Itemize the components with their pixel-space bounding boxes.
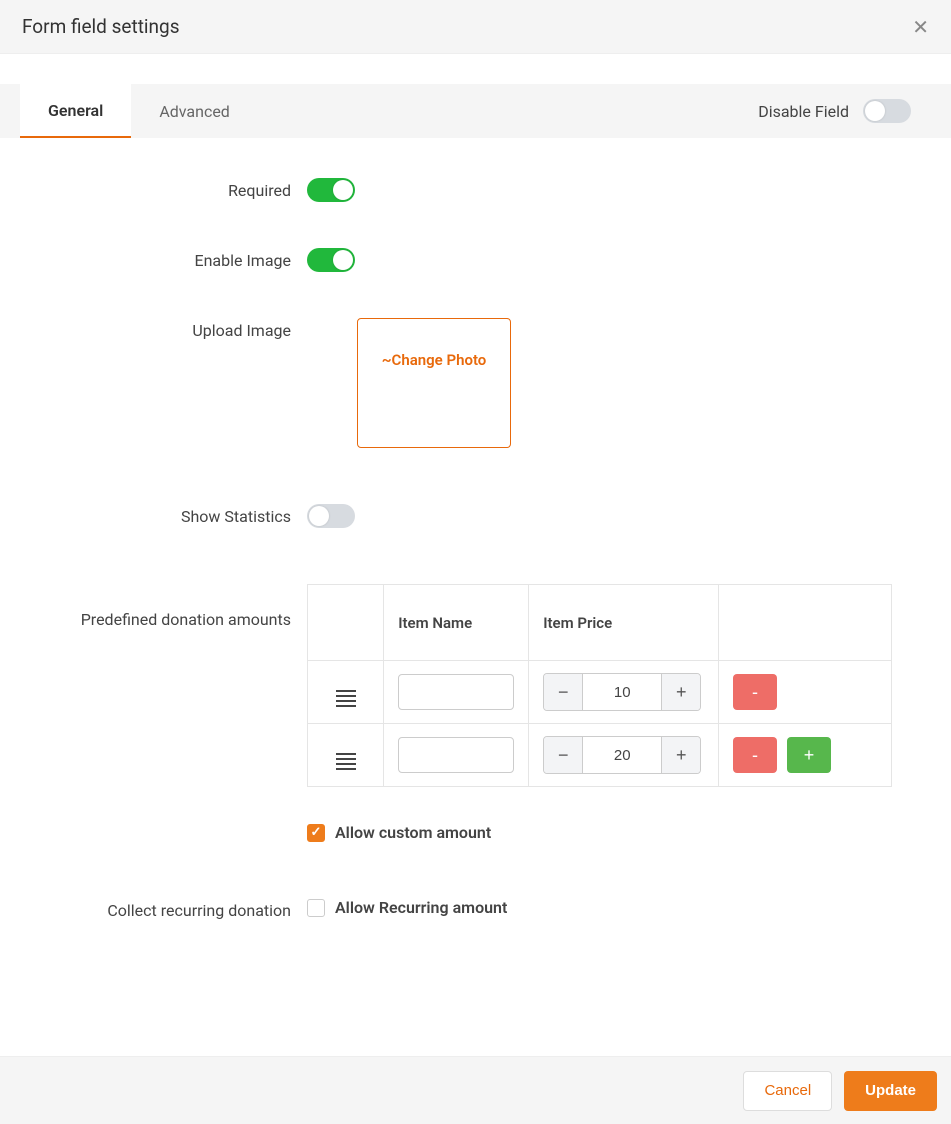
item-price-input[interactable] (582, 737, 662, 773)
item-price-input[interactable] (582, 674, 662, 710)
change-photo-button[interactable]: ~Change Photo (357, 318, 511, 448)
tab-advanced[interactable]: Advanced (131, 84, 258, 138)
stepper-minus-button[interactable]: − (544, 737, 582, 773)
update-button[interactable]: Update (844, 1071, 937, 1111)
item-price-stepper: − + (543, 673, 701, 711)
predefined-amounts-label: Predefined donation amounts (22, 584, 307, 629)
dialog-title: Form field settings (22, 15, 180, 38)
cancel-button[interactable]: Cancel (743, 1071, 832, 1111)
remove-row-button[interactable]: - (733, 737, 777, 773)
item-name-input[interactable] (398, 737, 514, 773)
tab-general[interactable]: General (20, 84, 131, 138)
tab-bar: General Advanced Disable Field (0, 84, 951, 138)
allow-custom-label: Allow custom amount (335, 823, 491, 842)
table-row: − + - (308, 661, 892, 724)
col-item-price: Item Price (529, 585, 719, 661)
show-stats-label: Show Statistics (22, 504, 307, 526)
item-name-input[interactable] (398, 674, 514, 710)
item-price-stepper: − + (543, 736, 701, 774)
disable-field-label: Disable Field (758, 102, 849, 121)
allow-recurring-label: Allow Recurring amount (335, 898, 507, 917)
upload-image-label: Upload Image (22, 318, 307, 340)
recurring-label: Collect recurring donation (22, 898, 307, 920)
allow-custom-checkbox[interactable] (307, 824, 325, 842)
stepper-minus-button[interactable]: − (544, 674, 582, 710)
col-item-name: Item Name (384, 585, 529, 661)
disable-field-toggle[interactable] (863, 99, 911, 123)
show-stats-toggle[interactable] (307, 504, 355, 528)
stepper-plus-button[interactable]: + (662, 674, 700, 710)
remove-row-button[interactable]: - (733, 674, 777, 710)
required-label: Required (22, 178, 307, 200)
enable-image-label: Enable Image (22, 248, 307, 270)
change-photo-text: ~Change Photo (382, 351, 487, 369)
table-row: − + - + (308, 724, 892, 787)
add-row-button[interactable]: + (787, 737, 831, 773)
drag-handle-icon[interactable] (336, 753, 356, 770)
close-icon[interactable]: ✕ (912, 17, 929, 37)
stepper-plus-button[interactable]: + (662, 737, 700, 773)
drag-handle-icon[interactable] (336, 690, 356, 707)
required-toggle[interactable] (307, 178, 355, 202)
allow-recurring-checkbox[interactable] (307, 899, 325, 917)
predefined-amounts-table: Item Name Item Price (307, 584, 892, 787)
enable-image-toggle[interactable] (307, 248, 355, 272)
